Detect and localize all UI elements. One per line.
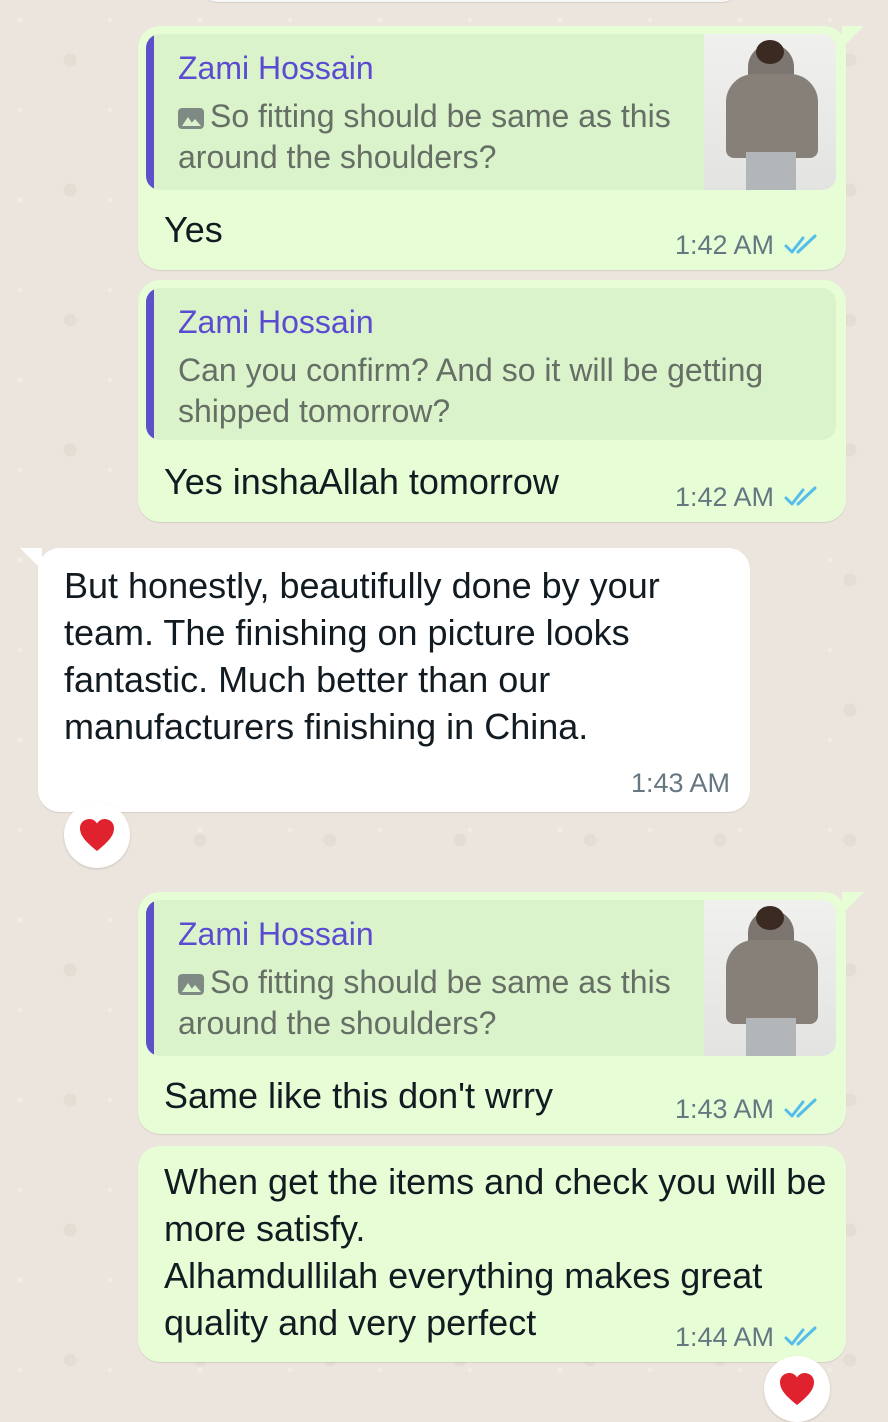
quote-text: So fitting should be same as this around… [178,962,698,1044]
photo-icon [178,108,204,129]
outgoing-message-bubble[interactable]: When get the items and check you will be… [138,1146,846,1362]
quote-text: Can you confirm? And so it will be getti… [178,352,764,429]
heart-icon [80,819,114,851]
double-check-icon [784,234,817,254]
photo-icon [178,974,204,995]
double-check-icon [784,1098,817,1118]
quote-author: Zami Hossain [178,304,374,340]
model-head-shape [756,40,784,64]
bubble-tail [20,548,42,570]
bubble-tail [842,892,864,914]
message-meta: 1:44 AM [675,1322,820,1352]
message-meta: 1:42 AM [675,230,820,260]
heart-reaction[interactable] [64,802,130,868]
quoted-photo-thumbnail[interactable] [704,900,836,1056]
double-check-icon [784,486,817,506]
hoodie-body-shape [726,940,818,1024]
heart-icon [780,1373,814,1405]
heart-reaction[interactable] [764,1356,830,1422]
message-time: 1:43 AM [674,1094,774,1124]
quote-author: Zami Hossain [178,916,374,952]
message-time: 1:42 AM [674,230,774,260]
quote-text-content: So fitting should be same as this around… [178,964,671,1041]
outgoing-message-bubble[interactable]: Zami Hossain Can you confirm? And so it … [138,280,846,522]
message-text: But honestly, beautifully done by your t… [64,565,660,747]
quote-accent-bar [146,34,154,190]
bubble-tail [842,26,864,48]
message-time: 1:42 AM [674,482,774,512]
message-time: 1:44 AM [674,1322,774,1352]
quoted-photo-thumbnail[interactable] [704,34,836,190]
previous-message-bubble[interactable] [200,0,740,2]
quote-author: Zami Hossain [178,50,374,86]
message-text: Yes inshaAllah tomorrow [164,461,559,502]
quote-accent-bar [146,288,154,440]
incoming-message-bubble[interactable]: But honestly, beautifully done by your t… [20,548,750,812]
message-meta: 1:43 AM [675,1094,820,1124]
quote-text: So fitting should be same as this around… [178,96,698,178]
pants-shape [746,1018,796,1056]
pants-shape [746,152,796,190]
message-meta: 1:43 AM [631,768,730,798]
quoted-reply[interactable]: Zami Hossain Can you confirm? And so it … [146,288,836,440]
quote-text-content: So fitting should be same as this around… [178,98,671,175]
message-text: When get the items and check you will be… [164,1161,827,1343]
quoted-reply[interactable]: Zami Hossain So fitting should be same a… [146,900,836,1056]
message-time: 1:43 AM [630,768,730,798]
outgoing-message-bubble[interactable]: Zami Hossain So fitting should be same a… [138,892,864,1134]
model-head-shape [756,906,784,930]
double-check-icon [784,1326,817,1346]
outgoing-message-bubble[interactable]: Zami Hossain So fitting should be same a… [138,26,864,270]
message-text: Yes [164,209,223,250]
quote-accent-bar [146,900,154,1056]
hoodie-body-shape [726,74,818,158]
message-text: Same like this don't wrry [164,1075,554,1116]
quoted-reply[interactable]: Zami Hossain So fitting should be same a… [146,34,836,190]
message-meta: 1:42 AM [675,482,820,512]
